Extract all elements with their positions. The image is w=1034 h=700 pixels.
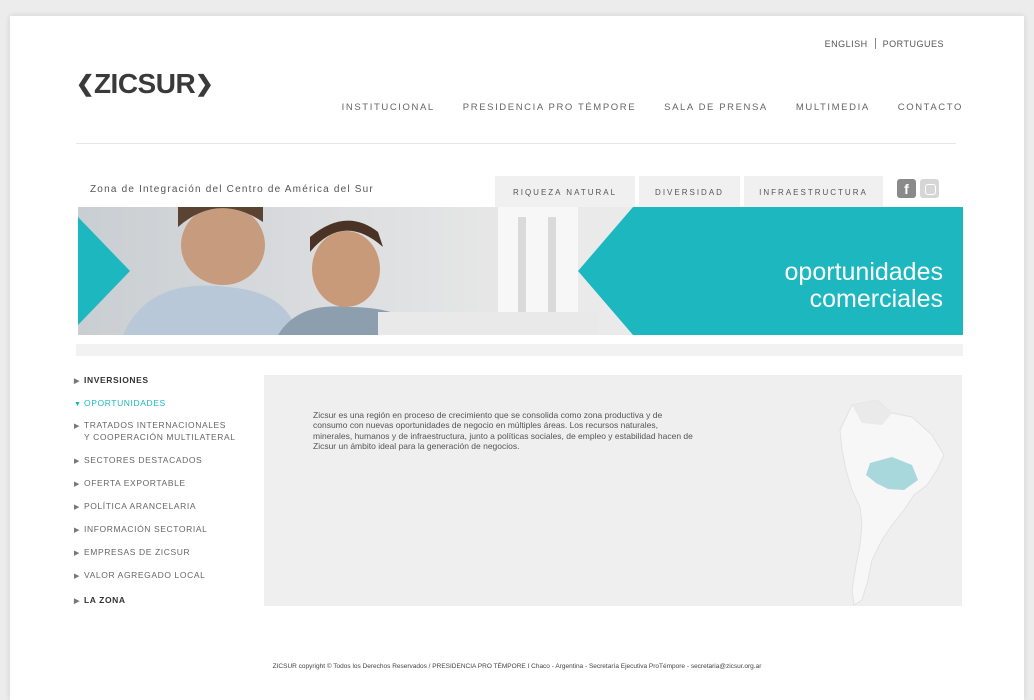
header-divider (76, 143, 956, 144)
main-nav: INSTITUCIONAL PRESIDENCIA PRO TÉMPORE SALA… (314, 102, 963, 113)
nav-contacto[interactable]: CONTACTO (898, 102, 963, 113)
sidebar-item-label: SECTORES DESTACADOS (84, 455, 203, 465)
sidebar-item-label: EMPRESAS DE ZICSUR (84, 547, 191, 557)
caret-right-icon: ▶ (74, 550, 80, 557)
caret-right-icon: ▶ (74, 598, 80, 605)
sidebar-item-politica[interactable]: ▶ POLÍTICA ARANCELARIA (74, 501, 196, 513)
caret-right-icon: ▶ (74, 504, 80, 511)
tagline: Zona de Integración del Centro de Améric… (90, 184, 374, 195)
content-panel: Zicsur es una región en proceso de creci… (264, 375, 962, 606)
lang-divider (874, 38, 876, 49)
sidebar-item-label: INVERSIONES (84, 375, 149, 385)
content-text: Zicsur es una región en proceso de creci… (313, 410, 693, 452)
tab-diversidad[interactable]: DIVERSIDAD (639, 176, 740, 207)
lang-english-link[interactable]: ENGLISH (825, 39, 868, 49)
sidebar-item-label: OPORTUNIDADES (84, 398, 166, 408)
lang-portugues-link[interactable]: PORTUGUES (883, 39, 944, 49)
banner-title-line1: oportunidades (784, 258, 943, 286)
sidebar-item-label: VALOR AGREGADO LOCAL (84, 570, 206, 580)
sidebar-item-label: OFERTA EXPORTABLE (84, 478, 186, 488)
language-switcher: ENGLISH PORTUGUES (825, 38, 944, 49)
sidebar-item-la-zona[interactable]: ▶ LA ZONA (74, 595, 126, 607)
nav-sala-de-prensa[interactable]: SALA DE PRENSA (664, 102, 768, 113)
nav-multimedia[interactable]: MULTIMEDIA (796, 102, 870, 113)
nav-presidencia[interactable]: PRESIDENCIA PRO TÉMPORE (463, 102, 636, 113)
footer-copyright: ZICSUR copyright © Todos los Derechos Re… (272, 663, 762, 670)
caret-down-icon: ▼ (74, 401, 82, 408)
banner-footer-bar (76, 344, 963, 356)
sidebar-item-label: INFORMACIÓN SECTORIAL (84, 524, 208, 534)
sidebar-item-inversiones[interactable]: ▶ INVERSIONES (74, 375, 149, 387)
logo[interactable]: ❮ZICSUR❯ (76, 68, 214, 100)
page: ENGLISH PORTUGUES ❮ZICSUR❯ INSTITUCIONAL P… (10, 16, 1024, 700)
sidebar-item-oferta[interactable]: ▶ OFERTA EXPORTABLE (74, 478, 186, 490)
sidebar-item-oportunidades[interactable]: ▼ OPORTUNIDADES (74, 398, 166, 410)
caret-right-icon: ▶ (74, 481, 80, 488)
twitter-icon[interactable] (920, 179, 939, 198)
sidebar-item-sectores[interactable]: ▶ SECTORES DESTACADOS (74, 455, 202, 467)
sidebar-item-label: LA ZONA (84, 595, 126, 605)
sidebar-item-label-line2: Y COOPERACIÓN MULTILATERAL (84, 432, 236, 442)
sidebar-item-label: TRATADOS INTERNACIONALES (84, 420, 227, 430)
tab-infraestructura[interactable]: INFRAESTRUCTURA (744, 176, 883, 207)
caret-right-icon: ▶ (74, 458, 80, 465)
sidebar-item-informacion[interactable]: ▶ INFORMACIÓN SECTORIAL (74, 524, 207, 536)
facebook-icon[interactable]: f (897, 179, 916, 198)
caret-right-icon: ▶ (74, 573, 80, 580)
sidebar-item-label: POLÍTICA ARANCELARIA (84, 501, 197, 511)
banner-title-line2: comerciales (809, 285, 943, 313)
sidebar-item-tratados[interactable]: ▶ TRATADOS INTERNACIONALES Y COOPERACIÓN M… (74, 420, 236, 443)
logo-left-arrow-icon: ❮ (76, 71, 94, 96)
hero-banner: oportunidades comerciales (78, 207, 963, 335)
sidebar-item-valor[interactable]: ▶ VALOR AGREGADO LOCAL (74, 570, 205, 582)
caret-right-icon: ▶ (74, 527, 80, 534)
logo-right-arrow-icon: ❯ (195, 71, 214, 96)
tab-riqueza-natural[interactable]: RIQUEZA NATURAL (495, 176, 635, 207)
south-america-map (839, 399, 945, 606)
nav-institucional[interactable]: INSTITUCIONAL (342, 102, 435, 113)
caret-right-icon: ▶ (74, 378, 80, 385)
logo-text: ZICSUR (93, 68, 196, 99)
banner-title: oportunidades comerciales (785, 259, 943, 313)
caret-right-icon: ▶ (74, 423, 80, 430)
sidebar-item-empresas[interactable]: ▶ EMPRESAS DE ZICSUR (74, 547, 190, 559)
